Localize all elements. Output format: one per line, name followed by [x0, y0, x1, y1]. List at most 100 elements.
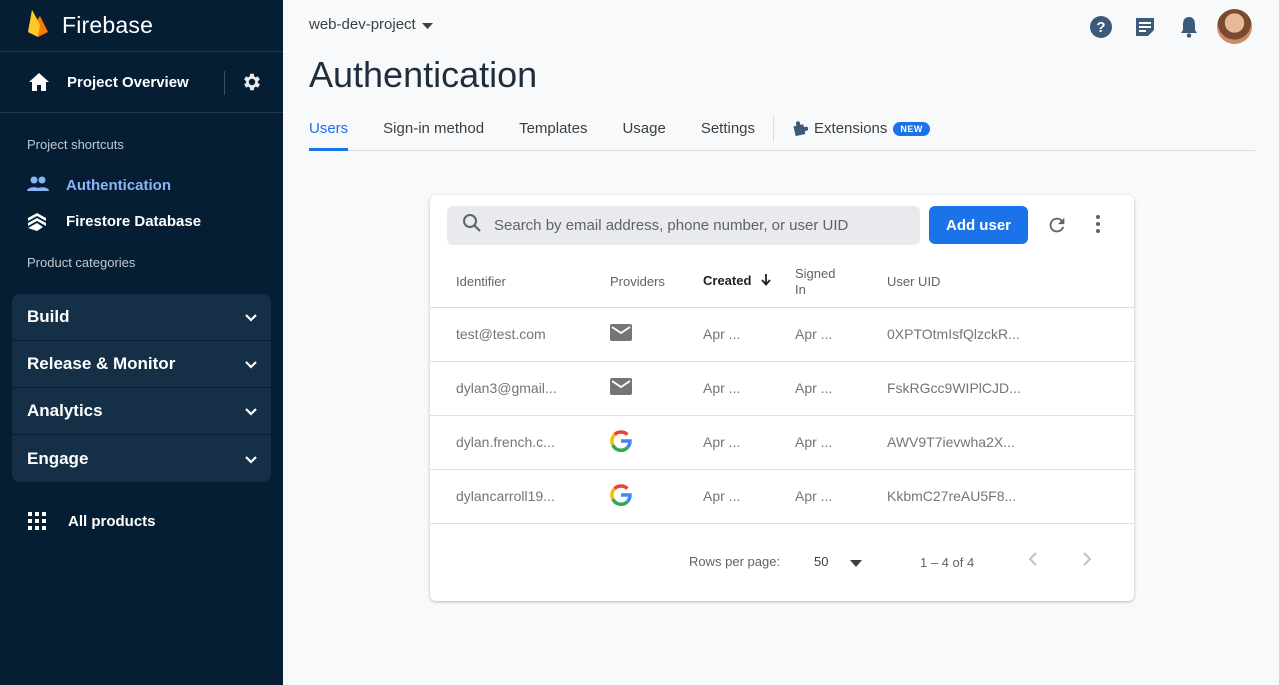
- cell-identifier: dylancarroll19...: [430, 469, 610, 524]
- all-products-link[interactable]: All products: [0, 508, 283, 534]
- table-row[interactable]: dylancarroll19... Apr ... Apr ... KkbmC2…: [430, 469, 1134, 524]
- project-name: web-dev-project: [309, 16, 416, 33]
- chevron-down-icon: [245, 401, 257, 421]
- home-icon[interactable]: [28, 72, 50, 97]
- notifications-icon[interactable]: [1167, 10, 1211, 44]
- avatar[interactable]: [1217, 9, 1252, 44]
- category-label: Engage: [27, 448, 89, 468]
- tab-users[interactable]: Users: [309, 110, 349, 151]
- tab-label: Extensions: [814, 120, 888, 137]
- category-analytics[interactable]: Analytics: [12, 388, 271, 435]
- email-icon: [610, 324, 632, 344]
- chevron-down-icon: [245, 307, 257, 327]
- shortcuts-heading: Project shortcuts: [27, 137, 124, 152]
- tab-divider: [773, 116, 775, 142]
- new-badge: NEW: [893, 122, 930, 136]
- col-identifier[interactable]: Identifier: [430, 257, 610, 308]
- chevron-down-icon: [245, 449, 257, 469]
- project-selector[interactable]: web-dev-project: [309, 16, 433, 33]
- sidebar-item-firestore[interactable]: Firestore Database: [0, 203, 283, 239]
- product-categories: Build Release & Monitor Analytics Engage: [12, 294, 271, 482]
- page-title: Authentication: [309, 54, 538, 95]
- cell-uid: AWV9T7ievwha2X...: [887, 415, 1134, 470]
- category-label: Release & Monitor: [27, 354, 176, 373]
- search-box[interactable]: [447, 206, 920, 245]
- caret-down-icon: [421, 16, 433, 33]
- grid-icon: [28, 512, 46, 535]
- users-card: Add user Identifier Providers Created Si…: [430, 195, 1134, 601]
- cell-identifier: dylan.french.c...: [430, 415, 610, 470]
- rows-per-page-select[interactable]: 50: [814, 554, 828, 569]
- col-created-label: Created: [703, 273, 752, 289]
- svg-text:?: ?: [1096, 19, 1105, 36]
- tab-bar: Users Sign-in method Templates Usage Set…: [309, 110, 1255, 151]
- brand-name: Firebase: [62, 12, 154, 38]
- release-notes-icon[interactable]: [1123, 10, 1167, 44]
- tab-sign-in-method[interactable]: Sign-in method: [383, 110, 484, 150]
- table-row[interactable]: dylan.french.c... Apr ... Apr ... AWV9T7…: [430, 415, 1134, 470]
- category-build[interactable]: Build: [12, 294, 271, 341]
- cell-provider: [610, 469, 703, 524]
- search-icon: [462, 213, 482, 238]
- tab-usage[interactable]: Usage: [622, 110, 665, 150]
- cell-signed-in: Apr ...: [795, 307, 887, 362]
- cell-provider: [610, 415, 703, 470]
- cell-uid: 0XPTOtmIsfQlzckR...: [887, 307, 1134, 362]
- cell-created: Apr ...: [703, 415, 795, 470]
- page-range: 1 – 4 of 4: [920, 555, 975, 570]
- col-signed-in-line1: Signed: [795, 265, 836, 281]
- col-signed-in[interactable]: Signed In: [795, 257, 887, 308]
- cell-provider: [610, 361, 703, 416]
- sidebar-item-authentication[interactable]: Authentication: [0, 167, 283, 203]
- main-content: web-dev-project ? Authentication Users S…: [283, 0, 1279, 685]
- chevron-left-icon[interactable]: [1028, 551, 1038, 570]
- sidebar-item-label: Authentication: [66, 176, 171, 194]
- brand[interactable]: Firebase: [0, 0, 283, 52]
- cell-uid: KkbmC27reAU5F8...: [887, 469, 1134, 524]
- table-header-row: Identifier Providers Created Signed In U…: [430, 257, 1134, 308]
- divider: [224, 71, 225, 95]
- gear-icon[interactable]: [241, 71, 263, 98]
- tab-extensions[interactable]: Extensions NEW: [792, 110, 930, 150]
- sidebar-item-label: Firestore Database: [66, 212, 202, 230]
- table-row[interactable]: dylan3@gmail... Apr ... Apr ... FskRGcc9…: [430, 361, 1134, 416]
- people-icon: [27, 176, 49, 197]
- col-providers[interactable]: Providers: [610, 257, 703, 308]
- cell-signed-in: Apr ...: [795, 361, 887, 416]
- cell-signed-in: Apr ...: [795, 415, 887, 470]
- col-user-uid[interactable]: User UID: [887, 257, 1134, 308]
- more-vert-icon[interactable]: [1094, 214, 1102, 239]
- col-signed-in-line2: In: [795, 281, 806, 297]
- sidebar: Firebase Project Overview Project shortc…: [0, 0, 283, 685]
- top-toolbar: ?: [1079, 9, 1252, 44]
- search-input[interactable]: [494, 217, 894, 234]
- col-created[interactable]: Created: [703, 257, 795, 308]
- table-row[interactable]: test@test.com Apr ... Apr ... 0XPTOtmIsf…: [430, 307, 1134, 362]
- firebase-logo-icon: [26, 9, 50, 42]
- chevron-down-icon: [245, 354, 257, 374]
- refresh-icon[interactable]: [1046, 214, 1068, 241]
- category-label: Analytics: [27, 401, 103, 420]
- cell-signed-in: Apr ...: [795, 469, 887, 524]
- cell-provider: [610, 307, 703, 362]
- google-icon: [610, 483, 632, 509]
- add-user-button[interactable]: Add user: [929, 206, 1028, 244]
- category-release-monitor[interactable]: Release & Monitor: [12, 341, 271, 388]
- chevron-right-icon[interactable]: [1082, 551, 1092, 570]
- cell-identifier: test@test.com: [430, 307, 610, 362]
- categories-heading: Product categories: [27, 255, 136, 270]
- project-overview-link[interactable]: Project Overview: [67, 74, 189, 91]
- cell-created: Apr ...: [703, 469, 795, 524]
- help-icon[interactable]: ?: [1079, 10, 1123, 44]
- category-engage[interactable]: Engage: [12, 435, 271, 482]
- cell-uid: FskRGcc9WIPlCJD...: [887, 361, 1134, 416]
- firestore-icon: [27, 212, 47, 237]
- all-products-label: All products: [68, 513, 156, 530]
- tab-templates[interactable]: Templates: [519, 110, 587, 150]
- cell-created: Apr ...: [703, 307, 795, 362]
- tab-settings[interactable]: Settings: [701, 110, 755, 150]
- email-icon: [610, 378, 632, 398]
- caret-down-icon[interactable]: [850, 555, 862, 570]
- cell-created: Apr ...: [703, 361, 795, 416]
- cell-identifier: dylan3@gmail...: [430, 361, 610, 416]
